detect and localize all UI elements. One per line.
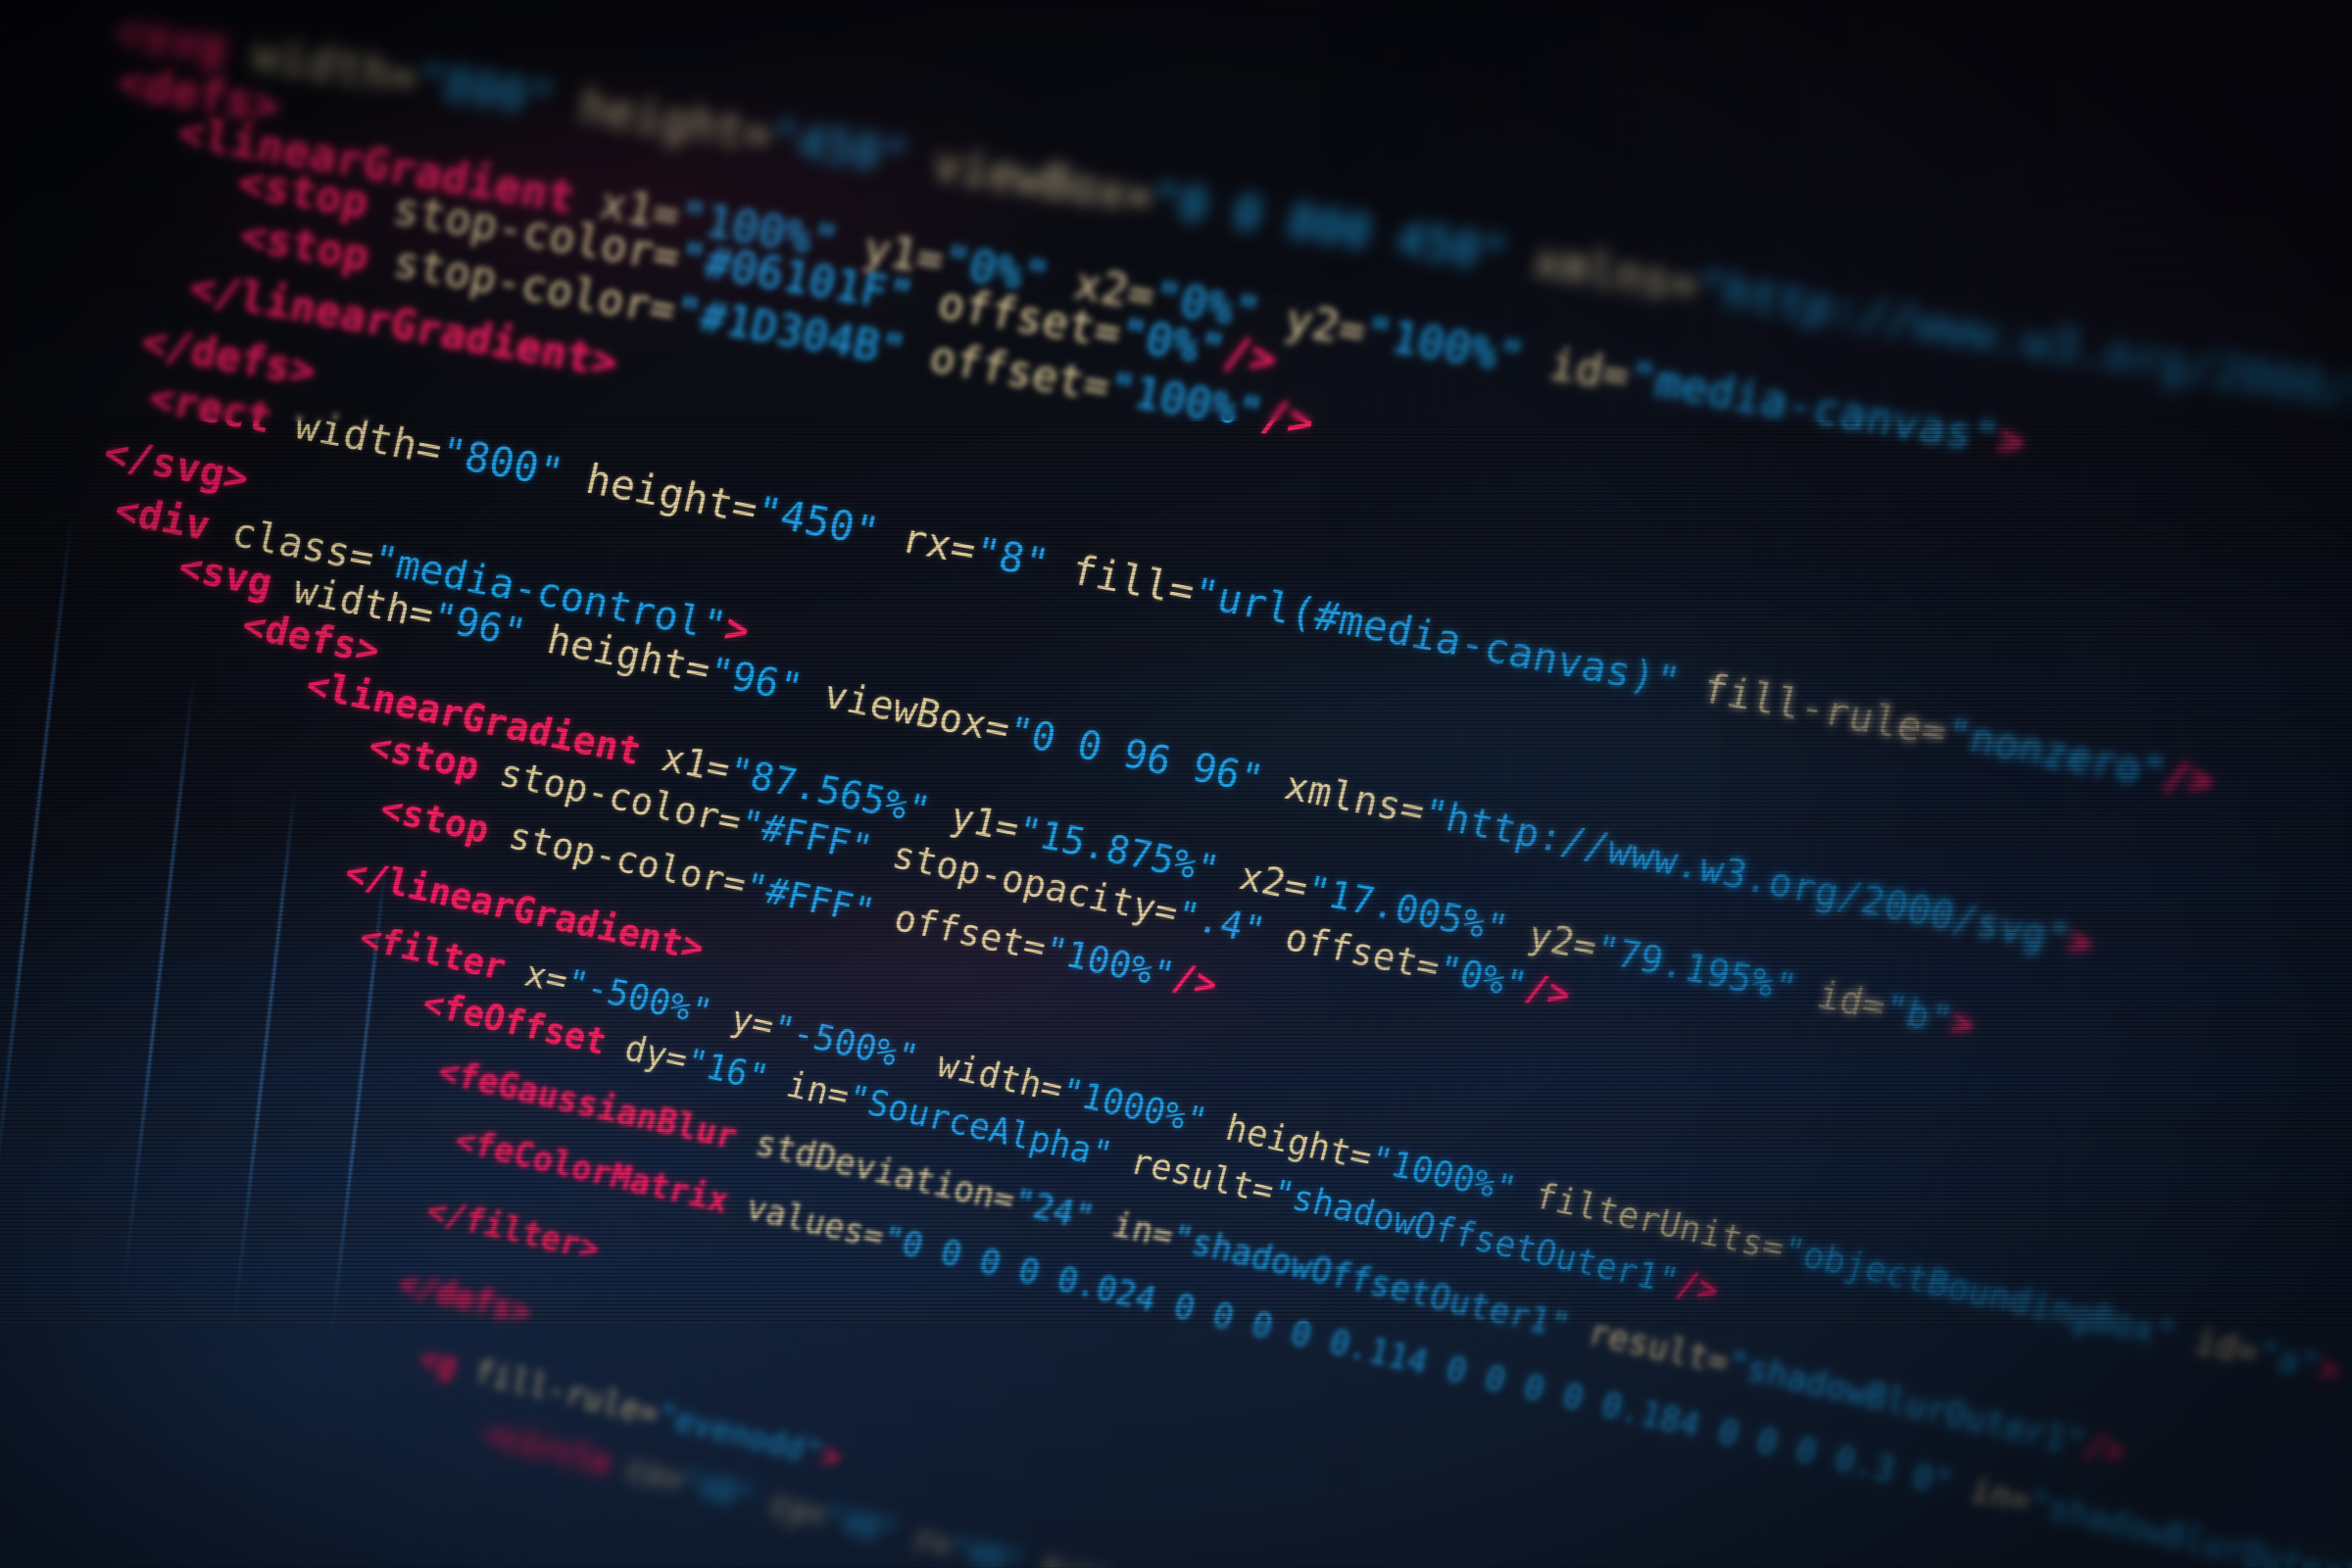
code-line[interactable]: <filter x="-500%" y="-500%" width="1000%… — [355, 915, 2345, 1392]
code-token-attr: height= — [548, 74, 777, 163]
code-token-attr: height= — [557, 450, 762, 534]
code-token-str: "800" — [412, 53, 560, 127]
code-token-tag: /> — [2080, 1425, 2131, 1474]
code-token-attr: id= — [1789, 968, 1890, 1030]
code-token-attr: viewBox= — [902, 132, 1158, 224]
code-token-attr: fill-rule= — [451, 1347, 663, 1434]
code-token-attr: x= — [499, 947, 572, 1003]
code-token-attr: xmlns= — [1501, 229, 1703, 313]
code-token-str: "b" — [1879, 986, 1957, 1044]
code-token-tag: </defs> — [395, 1264, 537, 1333]
code-token-str: "450" — [765, 110, 913, 185]
code-token-tag: <stop — [376, 786, 495, 852]
screenshot-root: <svg width="800" height="450" viewBox="0… — [0, 0, 2352, 1568]
code-token-str: "objectBoundingBox" — [1778, 1228, 2180, 1356]
code-token-attr: cy= — [748, 1480, 831, 1535]
code-line[interactable]: </defs> — [395, 1264, 537, 1333]
code-token-str: "100%" — [1040, 927, 1180, 998]
code-token-attr: in= — [762, 1059, 855, 1117]
code-token-attr: id= — [2169, 1314, 2263, 1374]
code-token-str: "media-canvas" — [1623, 350, 2004, 465]
code-token-str: "8" — [969, 527, 1054, 588]
code-token-str: "48" — [676, 1462, 760, 1517]
code-token-attr: rx= — [872, 509, 981, 574]
code-token-str: "0 0 800 450" — [1147, 172, 1512, 282]
code-token-attr: values= — [722, 1183, 889, 1257]
code-token-attr: fill-rule= — [1674, 659, 1952, 757]
code-token-tag: <filter — [355, 915, 511, 989]
code-token-str: "a" — [2252, 1333, 2326, 1388]
code-token-attr: result= — [1564, 1307, 1734, 1384]
code-token-str: "nonzero" — [1940, 709, 2171, 797]
code-token-str: "url(#media-canvas)" — [1188, 567, 1686, 707]
code-token-attr: viewBox= — [796, 667, 1015, 754]
code-token-tag: /> — [1520, 965, 1575, 1018]
code-token-str: "48" — [819, 1497, 903, 1552]
code-token-tag: <circle — [479, 1414, 616, 1482]
code-token-attr: width= — [266, 395, 447, 474]
code-token-attr: cx= — [605, 1445, 688, 1499]
code-token-tag: <div — [110, 485, 216, 550]
code-token-attr: id= — [1518, 332, 1635, 402]
code-token-tag: /> — [1672, 1263, 1724, 1312]
code-token-attr: xmlns= — [1257, 759, 1430, 835]
code-token-str: "#FFF" — [740, 863, 880, 934]
code-token-tag: /> — [1168, 955, 1223, 1006]
code-token-str: ".4" — [1171, 893, 1270, 955]
code-token-tag: </filter> — [421, 1192, 605, 1270]
code-token-str: "16" — [681, 1042, 773, 1100]
code-token-attr: in= — [1946, 1466, 2035, 1523]
code-token-attr: r= — [891, 1515, 956, 1565]
code-token-str: "800" — [435, 427, 568, 498]
code-token-tag: /> — [1257, 390, 1319, 449]
code-token-attr: in= — [1088, 1200, 1179, 1257]
code-token-attr: dy= — [601, 1023, 693, 1081]
code-editor-text[interactable]: <svg width="800" height="450" viewBox="0… — [0, 0, 2352, 1568]
code-token-str: "0 0 96 96" — [1004, 709, 1268, 804]
code-token-str: "24" — [1008, 1182, 1100, 1240]
code-token-str: "shadowBlurOuter1" — [2025, 1484, 2352, 1568]
code-token-attr: fill= — [1043, 540, 1200, 615]
code-token-str: "79.195%" — [1590, 927, 1801, 1011]
code-token-str: "0%" — [1433, 947, 1532, 1009]
code-token-attr: y2= — [1500, 908, 1601, 971]
code-token-tag: /> — [2159, 750, 2219, 807]
code-line[interactable]: <circle cx="48" cy="48" r="40" fill="url… — [479, 1414, 1635, 1568]
code-token-str: "450" — [751, 486, 884, 557]
code-token-str: "100%" — [1359, 306, 1529, 384]
code-token-attr: fill= — [1017, 1546, 1135, 1568]
code-line[interactable]: </filter> — [421, 1192, 605, 1270]
code-token-str: "40" — [945, 1528, 1028, 1568]
code-token-tag: /> — [1218, 327, 1282, 386]
code-token-attr: y= — [706, 993, 779, 1048]
code-token-str: "96" — [704, 649, 808, 712]
